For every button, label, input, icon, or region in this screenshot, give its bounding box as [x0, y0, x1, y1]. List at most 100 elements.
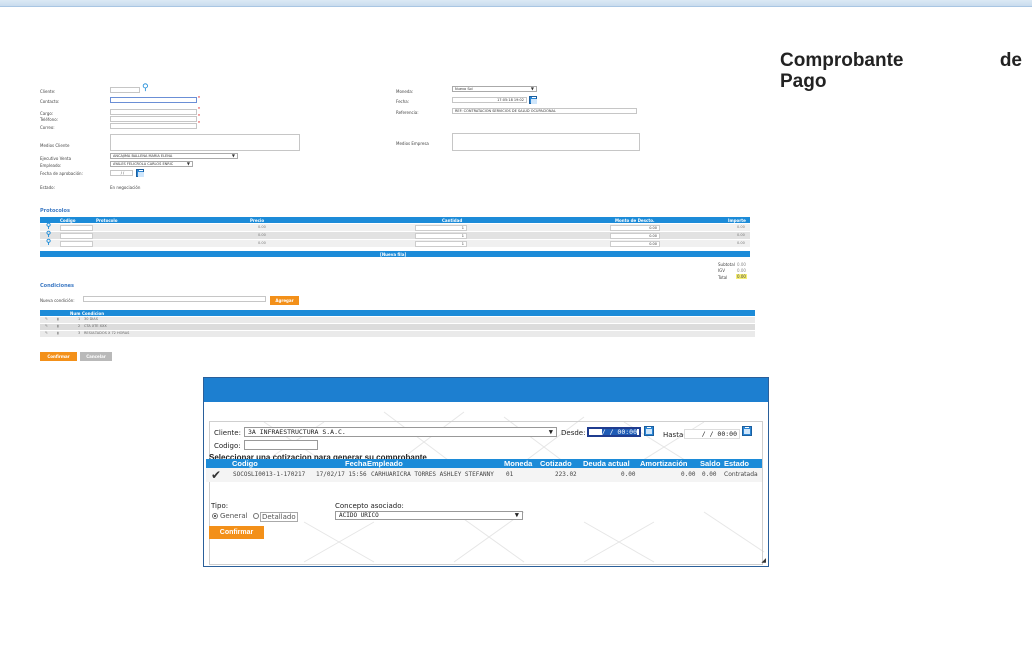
comprobante-dialog: Cliente: 3A INFRAESTRUCTURA S.A.C. ▼ Des…: [203, 377, 769, 567]
col-deuda: Deuda actual: [583, 459, 630, 468]
trash-icon[interactable]: ▮: [57, 331, 59, 335]
telefono-input[interactable]: [110, 116, 197, 122]
dialog-titlebar[interactable]: [204, 378, 768, 402]
condiciones-title: Condiciones: [40, 283, 74, 289]
cliente-label: Cliente:: [214, 429, 241, 437]
label-telefono: Teléfono:: [40, 117, 58, 122]
estado-cell: Contratada: [724, 471, 758, 478]
label-medios-empresa: Medios Empresa: [396, 141, 429, 146]
trash-icon[interactable]: ▮: [57, 324, 59, 328]
calendar-icon[interactable]: [529, 96, 537, 104]
edit-icon[interactable]: ✎: [45, 324, 48, 328]
radio-detallado[interactable]: [253, 513, 259, 519]
cantidad-cell[interactable]: 1: [415, 232, 467, 239]
nueva-fila-label: [Nueva fila]: [380, 251, 407, 257]
col-descto: Monto de Descto.: [615, 217, 655, 223]
moneda-select[interactable]: Nuevo Sol ▼: [452, 86, 537, 92]
col-empleado: Empleado: [367, 459, 403, 468]
descto-cell[interactable]: 0.00: [610, 232, 660, 239]
descto-cell[interactable]: 0.00: [610, 240, 660, 247]
table-row[interactable]: ✔ SOCOSLI0013-1-170217 17/02/17 15:56 CA…: [206, 468, 762, 482]
calendar-icon[interactable]: [742, 426, 752, 436]
moneda-value: Nuevo Sol: [455, 87, 473, 91]
calendar-icon[interactable]: [644, 426, 654, 436]
label-fecha: Fecha:: [396, 99, 410, 104]
checkmark-icon[interactable]: ✔: [211, 468, 221, 482]
codigo-cell[interactable]: [60, 240, 93, 247]
num-cell: 3: [78, 331, 81, 335]
condiciones-table-header: Num Condicion: [40, 310, 755, 316]
search-icon[interactable]: ⚲: [46, 222, 51, 230]
concepto-label: Concepto asociado:: [335, 502, 404, 510]
importe-cell: 0.00: [737, 224, 745, 229]
required-mark: *: [198, 96, 200, 102]
calendar-icon[interactable]: [136, 169, 144, 177]
label-contacto: Contacto:: [40, 99, 60, 104]
fecha-cell: 17/02/17 15:56: [316, 471, 367, 478]
referencia-input[interactable]: REF: CONTRATACIÓN SERVICIOS DE SALUD OCU…: [452, 108, 637, 114]
total-value: 0.00: [736, 274, 747, 279]
col-codigo: Codigo: [232, 459, 258, 468]
confirmar-button[interactable]: Confirmar: [40, 352, 77, 361]
igv-value: 0.00: [737, 268, 746, 273]
empleado-select[interactable]: AYALES FELICROLA CARLOS ENRIC ▼: [110, 161, 193, 167]
nueva-condicion-input[interactable]: [83, 296, 266, 302]
tipo-label: Tipo:: [211, 502, 229, 510]
cliente-input[interactable]: [110, 87, 140, 93]
search-icon[interactable]: ⚲: [46, 230, 51, 238]
medios-empresa-textarea[interactable]: [452, 133, 640, 151]
codigo-cell: SOCOSLI0013-1-170217: [233, 471, 306, 478]
agregar-button[interactable]: Agregar: [270, 296, 299, 305]
chevron-down-icon: ▼: [514, 511, 519, 519]
saldo-cell: 0.00: [702, 471, 717, 478]
search-icon[interactable]: ⚲: [142, 83, 149, 93]
col-estado: Estado: [724, 459, 750, 468]
descto-cell[interactable]: 0.00: [610, 224, 660, 231]
cargo-input[interactable]: [110, 109, 197, 115]
col-fecha: Fecha: [345, 459, 367, 468]
trash-icon[interactable]: ▮: [57, 317, 59, 321]
confirmar-button[interactable]: Confirmar: [209, 526, 264, 539]
total-label: Total: [718, 275, 728, 280]
label-moneda: Moneda:: [396, 89, 414, 94]
cantidad-cell[interactable]: 1: [415, 240, 467, 247]
label-cliente: Cliente:: [40, 89, 56, 94]
cliente-value: 3A INFRAESTRUCTURA S.A.C.: [248, 428, 346, 436]
label-referencia: Referencia:: [396, 110, 419, 115]
title-word-3: Pago: [780, 71, 827, 92]
codigo-cell[interactable]: [60, 232, 93, 239]
edit-icon[interactable]: ✎: [45, 317, 48, 321]
correo-input[interactable]: [110, 123, 197, 129]
concepto-select[interactable]: ACIDO URICO ▼: [335, 511, 523, 520]
codigo-input[interactable]: [244, 440, 318, 450]
cotizaciones-table-header: Codigo Fecha Empleado Moneda Cotizado De…: [206, 459, 762, 468]
desde-input[interactable]: / / 00:00: [587, 427, 641, 437]
cliente-select[interactable]: 3A INFRAESTRUCTURA S.A.C. ▼: [244, 427, 557, 437]
search-icon[interactable]: ⚲: [46, 238, 51, 246]
page-title: Comprobante de Pago: [780, 50, 1022, 92]
deuda-cell: 0.00: [621, 471, 636, 478]
col-num: Num: [70, 310, 81, 316]
label-empleado: Empleado:: [40, 163, 62, 168]
label-medios-cliente: Medios Cliente: [40, 143, 70, 148]
nueva-fila-button[interactable]: [Nueva fila]: [40, 251, 750, 257]
top-band: [0, 0, 1032, 7]
ejecutivo-select[interactable]: ANCAJIMA BALLENA MARIA ELENA ▼: [110, 153, 238, 159]
cancelar-button[interactable]: Cancelar: [80, 352, 112, 361]
fecha-input[interactable]: 17:05:18 19:02: [452, 97, 527, 103]
codigo-cell[interactable]: [60, 224, 93, 231]
cantidad-cell[interactable]: 1: [415, 224, 467, 231]
igv-label: IGV: [718, 268, 726, 273]
fecha-aprobacion-input[interactable]: / /: [110, 170, 133, 176]
table-row: ⚲ 0.00 1 0.00 0.00: [40, 238, 750, 247]
num-cell: 1: [78, 317, 81, 321]
hasta-input[interactable]: / / 00:00: [684, 429, 740, 439]
col-condicion: Condicion: [82, 310, 105, 316]
radio-general[interactable]: [212, 513, 218, 519]
desde-label: Desde:: [561, 429, 586, 437]
medios-cliente-textarea[interactable]: [110, 134, 300, 151]
col-amortizacion: Amortización: [640, 459, 688, 468]
resize-handle-icon[interactable]: ◢: [761, 557, 766, 564]
contacto-input[interactable]: [110, 97, 197, 103]
edit-icon[interactable]: ✎: [45, 331, 48, 335]
